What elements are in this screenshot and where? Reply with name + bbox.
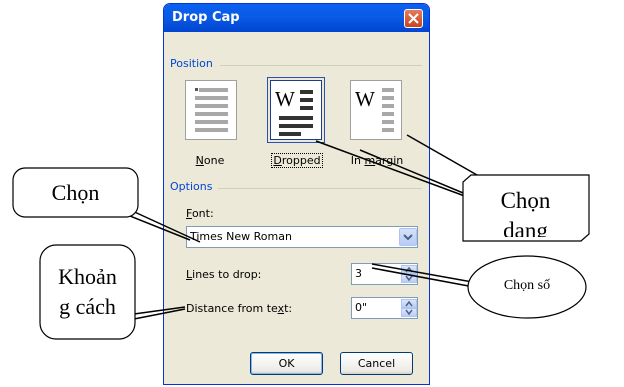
callout-pointer-dropped [315, 140, 471, 199]
callout-pointer-lines [371, 263, 479, 284]
callout-chon-dang-clip: Chọn dạng [463, 186, 588, 237]
callout-chon-text: Chọn [51, 180, 100, 205]
callout-chon-dang-text: Chọn dạng [500, 188, 551, 237]
callout-pointer-lines-2 [371, 267, 475, 288]
callout-pointer-inmargin-2 [359, 149, 469, 196]
callout-chon-so-text: Chọn số [503, 278, 551, 293]
callout-khoang-cach-text: Khoản g cách [58, 264, 117, 319]
